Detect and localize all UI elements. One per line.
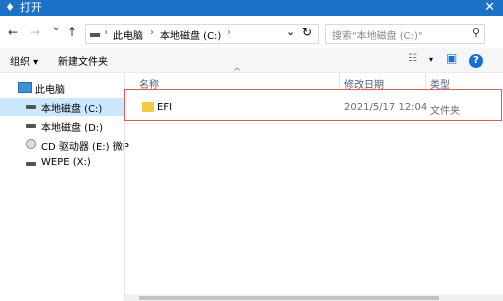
sidebar-item-label: CD 驱动器 (E:) 微P <box>41 142 129 153</box>
organize-menu[interactable]: 组织 ▾ <box>10 53 38 68</box>
breadcrumb-local-disk-c[interactable]: 本地磁盘 (C:) <box>160 27 221 42</box>
title-bar: ♦ 打开 ✕ <box>0 0 503 16</box>
sidebar-item-local-disk-d[interactable]: 本地磁盘 (D:) <box>0 117 124 135</box>
help-icon[interactable]: ? <box>469 54 483 68</box>
back-button[interactable]: ← <box>8 25 18 39</box>
sidebar-item-cd-drive-e[interactable]: CD 驱动器 (E:) 微P <box>0 136 129 154</box>
command-toolbar: 组织 ▾ 新建文件夹 ☷ ▾ ▣ <box>0 48 503 73</box>
up-button[interactable]: ↑ <box>67 25 77 39</box>
drive-icon <box>26 124 36 128</box>
view-options-icon[interactable]: ☷ <box>408 53 417 64</box>
sidebar-item-this-pc[interactable]: 此电脑 <box>0 79 124 97</box>
forward-button[interactable]: → <box>30 25 40 39</box>
breadcrumb-separator: › <box>227 27 231 38</box>
drive-icon <box>26 105 36 109</box>
sidebar-item-label: 本地磁盘 (D:) <box>41 123 104 134</box>
breadcrumb-separator: › <box>150 27 154 38</box>
view-dropdown-icon[interactable]: ▾ <box>429 55 433 64</box>
sidebar-item-local-disk-c[interactable]: 本地磁盘 (C:) <box>0 98 124 116</box>
cd-drive-icon <box>26 139 36 149</box>
preview-pane-icon[interactable]: ▣ <box>446 51 457 65</box>
drive-icon <box>26 162 36 166</box>
refresh-icon[interactable]: ↻ <box>302 25 312 39</box>
highlight-box <box>124 89 502 121</box>
navigation-pane: 此电脑 本地磁盘 (C:) 本地磁盘 (D:) CD 驱动器 (E:) 微P W… <box>0 73 129 301</box>
column-separator[interactable] <box>339 73 340 89</box>
address-dropdown-icon[interactable]: ⌄ <box>286 25 295 38</box>
drive-icon <box>90 33 100 37</box>
sidebar-item-label: WEPE (X:) <box>41 157 91 168</box>
window-title: 打开 <box>20 1 42 14</box>
search-input[interactable]: 搜索"本地磁盘 (C:)" ⚲ <box>325 24 485 44</box>
new-folder-button[interactable]: 新建文件夹 <box>58 53 108 68</box>
sidebar-item-wepe-x[interactable]: WEPE (X:) <box>0 155 124 173</box>
address-bar[interactable]: › 此电脑 › 本地磁盘 (C:) › ⌄ ↻ <box>85 24 319 44</box>
close-icon[interactable]: ✕ <box>484 0 495 16</box>
search-icon[interactable]: ⚲ <box>472 26 480 39</box>
breadcrumb-separator: › <box>104 27 108 38</box>
recent-locations-icon[interactable]: ⌄ <box>52 22 60 33</box>
sort-indicator-icon: ^ <box>233 67 242 78</box>
breadcrumb-this-pc[interactable]: 此电脑 <box>113 27 143 42</box>
horizontal-scrollbar[interactable] <box>125 294 503 301</box>
column-separator[interactable] <box>425 73 426 89</box>
app-icon: ♦ <box>5 1 15 14</box>
search-placeholder: 搜索"本地磁盘 (C:)" <box>332 31 423 42</box>
sidebar-item-label: 此电脑 <box>35 85 65 96</box>
scrollbar-thumb[interactable] <box>139 296 439 300</box>
pc-icon <box>18 82 32 93</box>
sidebar-item-label: 本地磁盘 (C:) <box>41 104 103 115</box>
